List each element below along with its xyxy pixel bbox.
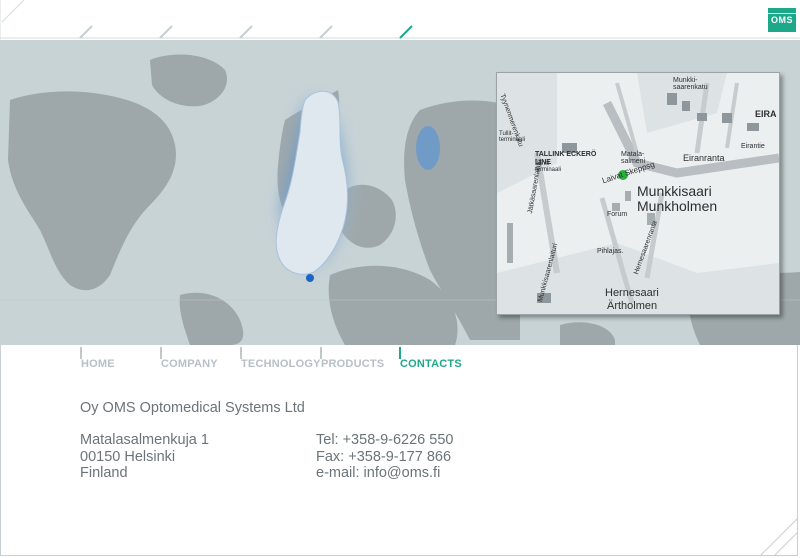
inset-label-munkkisaari: Munkkisaari — [637, 183, 712, 199]
contact-numbers: Tel: +358-9-6226 550 Fax: +358-9-177 866… — [316, 432, 453, 482]
nav-contacts-label: CONTACTS — [400, 358, 462, 370]
main-navigation: HOME COMPANY TECHNOLOGY PRODUCTS CONTACT… — [0, 345, 800, 375]
inset-label-pihlajas: Pihlajas. — [597, 248, 624, 255]
helsinki-marker[interactable] — [306, 274, 314, 282]
address-street: Matalasalmenkuja 1 — [80, 432, 209, 448]
nav-technology-label: TECHNOLOGY — [241, 358, 321, 370]
world-map-band: TALLINK ECKERÖ LINE Munkkisaari Munkholm… — [0, 40, 800, 345]
nav-products-label: PRODUCTS — [321, 358, 385, 370]
corner-decoration — [759, 517, 799, 557]
address-city: 00150 Helsinki — [80, 448, 176, 465]
nav-home-label: HOME — [81, 358, 115, 370]
header-band: OMS — [0, 0, 800, 40]
fax: Fax: +358-9-177 866 — [316, 448, 452, 465]
helsinki-street-map[interactable]: TALLINK ECKERÖ LINE Munkkisaari Munkholm… — [496, 72, 780, 315]
logo-stripe — [768, 13, 796, 14]
inset-label-eira: EIRA — [755, 109, 777, 119]
inset-label-eiranranta: Eiranranta — [683, 153, 725, 163]
australia — [560, 322, 615, 345]
email-link[interactable]: e-mail: info@oms.fi — [316, 465, 453, 482]
inset-label-munkkisaarenkatu: Munkki-saarenkatu — [673, 77, 708, 91]
inset-label-artholmen: Ärtholmen — [607, 300, 658, 312]
north-america — [8, 91, 176, 291]
nav-company-label: COMPANY — [161, 358, 218, 370]
telephone: Tel: +358-9-6226 550 — [316, 432, 454, 448]
inset-label-munkholmen: Munkholmen — [637, 198, 718, 214]
header-ticks — [0, 0, 800, 40]
south-america — [179, 292, 244, 345]
oms-logo[interactable]: OMS — [768, 8, 796, 32]
address-country: Finland — [80, 465, 128, 481]
company-name: Oy OMS Optomedical Systems Ltd — [80, 400, 305, 416]
inset-label-forum: Forum — [607, 211, 628, 218]
logo-text: OMS — [770, 15, 793, 25]
inset-label-eirantie: Eirantie — [741, 143, 765, 150]
inset-label-hernesaari: Hernesaari — [605, 287, 659, 299]
postal-address: Matalasalmenkuja 1 00150 Helsinki Finlan… — [80, 432, 209, 482]
greenland — [150, 54, 228, 107]
sea-highlight — [416, 126, 440, 170]
